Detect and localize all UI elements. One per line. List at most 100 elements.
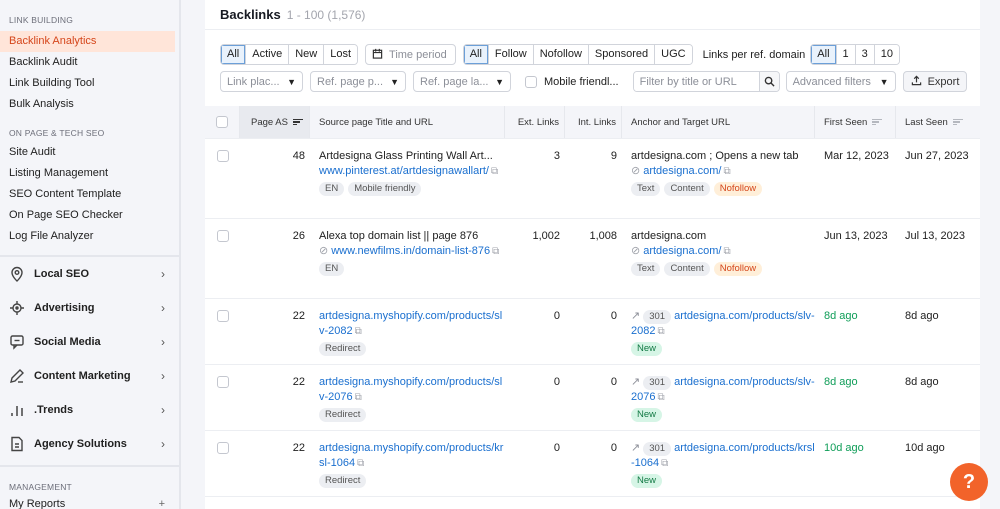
external-link-icon[interactable]: ⧉ — [355, 324, 362, 339]
search-input[interactable] — [633, 72, 759, 91]
anchor-cell: artdesigna.com ⊘ artdesigna.com/⧉ Text Con… — [622, 219, 815, 298]
link-type-nofollow-button[interactable]: Nofollow — [533, 45, 589, 64]
redirect-code-badge: 301 — [643, 376, 672, 390]
column-label: First Seen — [824, 116, 868, 128]
source-url-link[interactable]: www.newfilms.in/domain-list-876 — [331, 245, 490, 257]
page-as-cell: 26 — [292, 230, 305, 242]
row-checkbox[interactable] — [216, 310, 229, 322]
link-placement-dropdown[interactable]: Link plac... ▼ — [220, 71, 303, 92]
sidebar-category-local-seo[interactable]: Local SEO › — [0, 257, 179, 291]
status-new-button[interactable]: New — [289, 45, 325, 64]
advanced-filters-dropdown[interactable]: Advanced filters ▼ — [785, 71, 896, 92]
row-checkbox[interactable] — [216, 150, 229, 162]
ext-links-cell: 0 — [553, 376, 560, 388]
sidebar-section-link-building: LINK BUILDING — [9, 15, 74, 25]
link-type-ugc-button[interactable]: UGC — [655, 45, 692, 64]
ext-links-cell: 0 — [553, 310, 560, 322]
sidebar-item-my-reports[interactable]: My Reports + — [0, 494, 179, 509]
anchor-cell: ↗ 301 artdesigna.com/products/krsl-1064 ⧉ N… — [622, 431, 815, 496]
source-url-link[interactable]: www.pinterest.at/artdesignawallart/ — [319, 165, 489, 177]
column-first-seen[interactable]: First Seen — [815, 106, 896, 138]
external-link-icon[interactable]: ⧉ — [723, 164, 730, 179]
table-row: 48 Artdesigna Glass Printing Wall Art...… — [205, 139, 980, 219]
external-link-icon[interactable]: ⧉ — [357, 456, 364, 471]
sidebar-item-log-file-analyzer[interactable]: Log File Analyzer — [0, 226, 179, 247]
bar-chart-icon — [8, 401, 26, 419]
mobile-friendly-checkbox[interactable]: Mobile friendl... — [525, 75, 619, 88]
chevron-down-icon: ▼ — [879, 76, 889, 87]
status-all-button[interactable]: All — [221, 45, 247, 64]
sidebar-item-seo-content-template[interactable]: SEO Content Template — [0, 184, 179, 205]
ref-page-language-dropdown[interactable]: Ref. page la... ▼ — [413, 71, 511, 92]
target-url-link[interactable]: artdesigna.com/ — [643, 165, 721, 177]
source-url-link[interactable]: artdesigna.myshopify.com/products/slv-20… — [319, 310, 502, 337]
last-seen-cell: Jun 27, 2023 — [905, 150, 969, 162]
language-tag: EN — [319, 262, 345, 276]
sidebar-item-bulk-analysis[interactable]: Bulk Analysis — [0, 94, 179, 115]
column-int-links[interactable]: Int. Links — [565, 106, 622, 138]
sidebar-category-agency-solutions[interactable]: Agency Solutions › — [0, 427, 179, 461]
last-seen-cell: 8d ago — [905, 376, 939, 388]
links-per-domain-filter: All 1 3 10 — [810, 44, 901, 65]
row-select-cell — [205, 365, 240, 430]
first-seen-cell: Jun 13, 2023 — [824, 230, 888, 242]
add-report-icon[interactable]: + — [159, 494, 165, 509]
ref-page-platform-dropdown[interactable]: Ref. page p... ▼ — [310, 71, 406, 92]
ext-links-cell: 0 — [553, 442, 560, 454]
external-link-icon[interactable]: ⧉ — [723, 244, 730, 259]
column-last-seen[interactable]: Last Seen — [896, 106, 980, 138]
chevron-right-icon: › — [161, 369, 165, 383]
link-type-sponsored-button[interactable]: Sponsored — [588, 45, 656, 64]
links-per-domain-10-button[interactable]: 10 — [874, 45, 900, 64]
link-type-follow-button[interactable]: Follow — [488, 45, 534, 64]
source-cell: artdesigna.myshopify.com/products/krsl-1… — [310, 431, 505, 496]
links-per-domain-all-button[interactable]: All — [811, 45, 837, 64]
column-page-as[interactable]: Page AS — [240, 106, 310, 138]
nofollow-icon: ⊘ — [319, 245, 329, 257]
sidebar-item-backlink-audit[interactable]: Backlink Audit — [0, 52, 179, 73]
sidebar-category-social-media[interactable]: Social Media › — [0, 325, 179, 359]
external-link-icon[interactable]: ⧉ — [491, 164, 498, 179]
select-all-checkbox[interactable] — [216, 116, 228, 128]
sidebar-item-listing-management[interactable]: Listing Management — [0, 163, 179, 184]
table-row: 22 artdesigna.myshopify.com/products/slv… — [205, 365, 980, 431]
external-link-icon[interactable]: ⧉ — [657, 390, 664, 405]
checkbox[interactable] — [525, 75, 537, 88]
source-url-link[interactable]: artdesigna.myshopify.com/products/slv-20… — [319, 376, 502, 403]
column-label: Ext. Links — [517, 116, 559, 128]
status-active-button[interactable]: Active — [246, 45, 290, 64]
select-all-cell — [205, 106, 240, 138]
help-button[interactable]: ? — [950, 463, 988, 501]
column-ext-links[interactable]: Ext. Links — [505, 106, 565, 138]
new-tag: New — [631, 474, 663, 488]
sidebar-item-label: My Reports — [9, 498, 66, 509]
row-select-cell — [205, 431, 240, 496]
row-checkbox[interactable] — [216, 442, 229, 454]
link-type-all-button[interactable]: All — [463, 45, 489, 64]
sidebar-category-trends[interactable]: .Trends › — [0, 393, 179, 427]
external-link-icon[interactable]: ⧉ — [492, 244, 499, 259]
column-label: Int. Links — [577, 116, 616, 128]
export-button[interactable]: Export — [902, 71, 968, 92]
target-url-link[interactable]: artdesigna.com/ — [643, 245, 721, 257]
links-per-domain-3-button[interactable]: 3 — [855, 45, 875, 64]
time-period-button[interactable]: Time period — [365, 44, 456, 65]
row-checkbox[interactable] — [216, 376, 229, 388]
sidebar-item-on-page-seo-checker[interactable]: On Page SEO Checker — [0, 205, 179, 226]
text-tag: Text — [631, 262, 661, 276]
sidebar-item-link-building-tool[interactable]: Link Building Tool — [0, 73, 179, 94]
external-link-icon[interactable]: ⧉ — [355, 390, 362, 405]
source-url-link[interactable]: artdesigna.myshopify.com/products/krsl-1… — [319, 442, 503, 469]
status-lost-button[interactable]: Lost — [324, 45, 358, 64]
sidebar-category-advertising[interactable]: Advertising › — [0, 291, 179, 325]
sidebar-category-content-marketing[interactable]: Content Marketing › — [0, 359, 179, 393]
external-link-icon[interactable]: ⧉ — [657, 324, 664, 339]
search-button[interactable] — [758, 72, 779, 91]
links-per-domain-1-button[interactable]: 1 — [836, 45, 856, 64]
sidebar-item-backlink-analytics[interactable]: Backlink Analytics — [0, 31, 175, 52]
ext-links-cell: 3 — [553, 150, 560, 162]
status-filter: All Active New Lost — [220, 44, 359, 65]
row-checkbox[interactable] — [216, 230, 229, 242]
external-link-icon[interactable]: ⧉ — [661, 456, 668, 471]
sidebar-item-site-audit[interactable]: Site Audit — [0, 142, 179, 163]
